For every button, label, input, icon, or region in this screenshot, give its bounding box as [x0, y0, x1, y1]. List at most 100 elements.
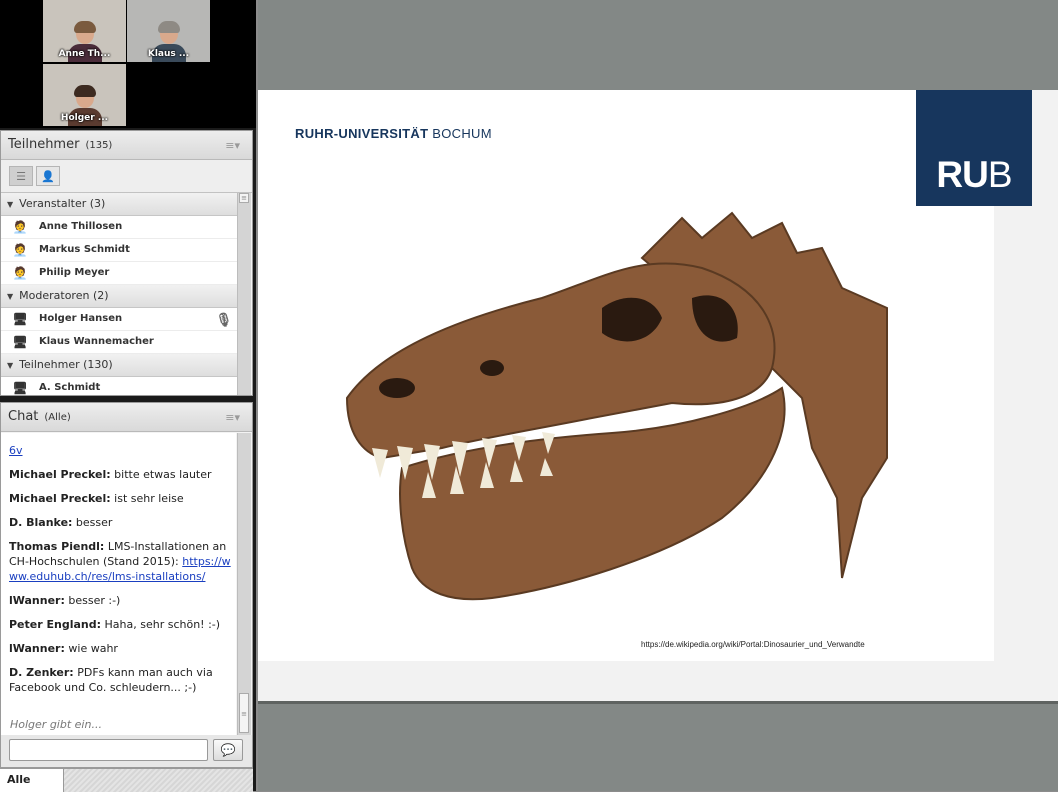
attendee-row[interactable]: 🖥 Klaus Wannemacher: [1, 331, 238, 354]
pod-menu-icon[interactable]: ≡▾: [225, 411, 240, 424]
attendees-toolbar: ☰ 👤: [1, 160, 252, 193]
video-tile[interactable]: Klaus ...: [127, 0, 210, 62]
chat-text: besser :-): [64, 594, 121, 607]
microphone-speaking-icon: 🎙: [215, 313, 232, 328]
presenter-icon: 🖥: [12, 312, 28, 326]
chat-log: 6v Michael Preckel: bitte etwas lauter M…: [1, 433, 236, 735]
attendees-header: Teilnehmer (135) ≡▾: [1, 131, 252, 160]
chat-tab-bar: Alle: [0, 768, 253, 792]
attendee-name: Klaus Wannemacher: [39, 336, 154, 347]
host-icon: 🧑‍💼: [12, 266, 28, 280]
collapse-triangle-icon: ▼: [7, 200, 14, 209]
chat-title-text: Chat: [8, 409, 39, 424]
attendees-pod: Teilnehmer (135) ≡▾ ☰ 👤 ▼ Veranstalter (3)…: [0, 130, 253, 396]
video-tile[interactable]: Holger ...: [43, 64, 126, 126]
chat-scope: (Alle): [44, 412, 71, 423]
group-header-presenters[interactable]: ▼ Moderatoren (2): [1, 285, 238, 308]
chat-message: 6v: [1, 443, 236, 458]
video-pod: Anne Th... Klaus ... Holger ...: [0, 0, 256, 128]
typing-indicator: Holger gibt ein...: [10, 718, 102, 731]
chat-author: Peter England:: [9, 618, 102, 631]
scroll-thumb[interactable]: ≡: [239, 193, 249, 203]
scroll-thumb[interactable]: ≡: [239, 693, 249, 733]
chat-author: D. Zenker:: [9, 666, 74, 679]
chat-author: Michael Preckel:: [9, 468, 111, 481]
chat-message: Peter England: Haha, sehr schön! :-): [1, 617, 236, 632]
rub-logo: RUB: [916, 90, 1032, 206]
collapse-triangle-icon: ▼: [7, 361, 14, 370]
attendee-name: Philip Meyer: [39, 267, 110, 278]
video-tile[interactable]: Anne Th...: [43, 0, 126, 62]
video-tile-name: Klaus ...: [147, 49, 190, 59]
dinosaur-skull-image: [345, 211, 888, 601]
chat-scrollbar[interactable]: ≡: [237, 433, 251, 735]
chat-input[interactable]: [9, 739, 208, 761]
chat-message: Michael Preckel: bitte etwas lauter: [1, 467, 236, 482]
chat-author: lWanner:: [9, 642, 65, 655]
chat-message: lWanner: besser :-): [1, 593, 236, 608]
role-view-icon[interactable]: 👤: [36, 166, 60, 186]
chat-text: Haha, sehr schön! :-): [101, 618, 221, 631]
attendees-title-text: Teilnehmer: [8, 137, 80, 152]
attendee-name: Anne Thillosen: [39, 221, 123, 232]
slide-page: RUHR-UNIVERSITÄT BOCHUM https://de.wikip…: [258, 90, 994, 661]
chat-message: D. Zenker: PDFs kann man auch via Facebo…: [1, 665, 236, 695]
send-message-button[interactable]: 💬: [213, 739, 243, 761]
rub-logo-rest: B: [987, 154, 1013, 195]
rub-logo-bold: RU: [936, 154, 988, 195]
group-header-participants[interactable]: ▼ Teilnehmer (130): [1, 354, 238, 377]
chat-text: bitte etwas lauter: [110, 468, 212, 481]
share-pod: RUHR-UNIVERSITÄT BOCHUM https://de.wikip…: [258, 0, 1058, 791]
rub-logo-text: RUB: [916, 154, 1032, 196]
chat-input-bar: 💬: [1, 735, 252, 767]
attendees-count: (135): [85, 140, 113, 151]
chat-author: lWanner:: [9, 594, 65, 607]
chat-link[interactable]: 6v: [9, 444, 23, 457]
chat-author: Michael Preckel:: [9, 492, 111, 505]
attendee-row[interactable]: 🧑‍💼 Markus Schmidt: [1, 239, 238, 262]
slide: RUHR-UNIVERSITÄT BOCHUM https://de.wikip…: [258, 90, 1058, 701]
university-name-rest: BOCHUM: [428, 126, 492, 141]
chat-title: Chat (Alle): [8, 409, 71, 424]
chat-tab-all[interactable]: Alle: [0, 769, 64, 792]
chat-author: D. Blanke:: [9, 516, 73, 529]
group-label: Veranstalter (3): [19, 197, 106, 210]
attendee-scrollbar[interactable]: ≡: [237, 193, 251, 395]
chat-text: wie wahr: [64, 642, 118, 655]
presenter-icon: 🖥: [12, 335, 28, 349]
group-label: Moderatoren (2): [19, 289, 109, 302]
attendee-name: A. Schmidt: [39, 382, 101, 393]
chat-message: lWanner: wie wahr: [1, 641, 236, 656]
attendee-row[interactable]: 🖥 A. Schmidt: [1, 377, 238, 395]
attendee-list: ▼ Veranstalter (3) 🧑‍💼 Anne Thillosen 🧑‍💼 M…: [1, 193, 238, 395]
image-credit: https://de.wikipedia.org/wiki/Portal:Din…: [641, 640, 865, 649]
group-header-hosts[interactable]: ▼ Veranstalter (3): [1, 193, 238, 216]
chat-author: Thomas Piendl:: [9, 540, 105, 553]
chat-message: D. Blanke: besser: [1, 515, 236, 530]
university-name-bold: RUHR-UNIVERSITÄT: [295, 126, 429, 141]
attendee-name: Holger Hansen: [39, 313, 123, 324]
chat-text: besser: [72, 516, 113, 529]
chat-text: ist sehr leise: [110, 492, 184, 505]
attendee-row[interactable]: 🧑‍💼 Philip Meyer: [1, 262, 238, 285]
university-name: RUHR-UNIVERSITÄT BOCHUM: [295, 126, 492, 141]
speech-bubble-icon: 💬: [220, 743, 236, 757]
video-tile-name: Holger ...: [60, 113, 109, 123]
attendee-row[interactable]: 🧑‍💼 Anne Thillosen: [1, 216, 238, 239]
group-label: Teilnehmer (130): [19, 358, 113, 371]
list-view-icon[interactable]: ☰: [9, 166, 33, 186]
video-tile-name: Anne Th...: [58, 49, 111, 59]
collapse-triangle-icon: ▼: [7, 292, 14, 301]
attendees-title: Teilnehmer (135): [8, 137, 112, 152]
pod-menu-icon[interactable]: ≡▾: [225, 139, 240, 152]
host-icon: 🧑‍💼: [12, 243, 28, 257]
chat-message: Thomas Piendl: LMS-Installationen an CH-…: [1, 539, 236, 584]
host-icon: 🧑‍💼: [12, 220, 28, 234]
share-top-area: [258, 0, 1058, 90]
participant-icon: 🖥: [12, 381, 28, 395]
attendee-row[interactable]: 🖥 Holger Hansen 🎙: [1, 308, 238, 331]
chat-message: Michael Preckel: ist sehr leise: [1, 491, 236, 506]
left-panel: Anne Th... Klaus ... Holger ... Teilnehm…: [0, 0, 256, 792]
attendee-name: Markus Schmidt: [39, 244, 130, 255]
share-bottom-area: [258, 701, 1058, 791]
